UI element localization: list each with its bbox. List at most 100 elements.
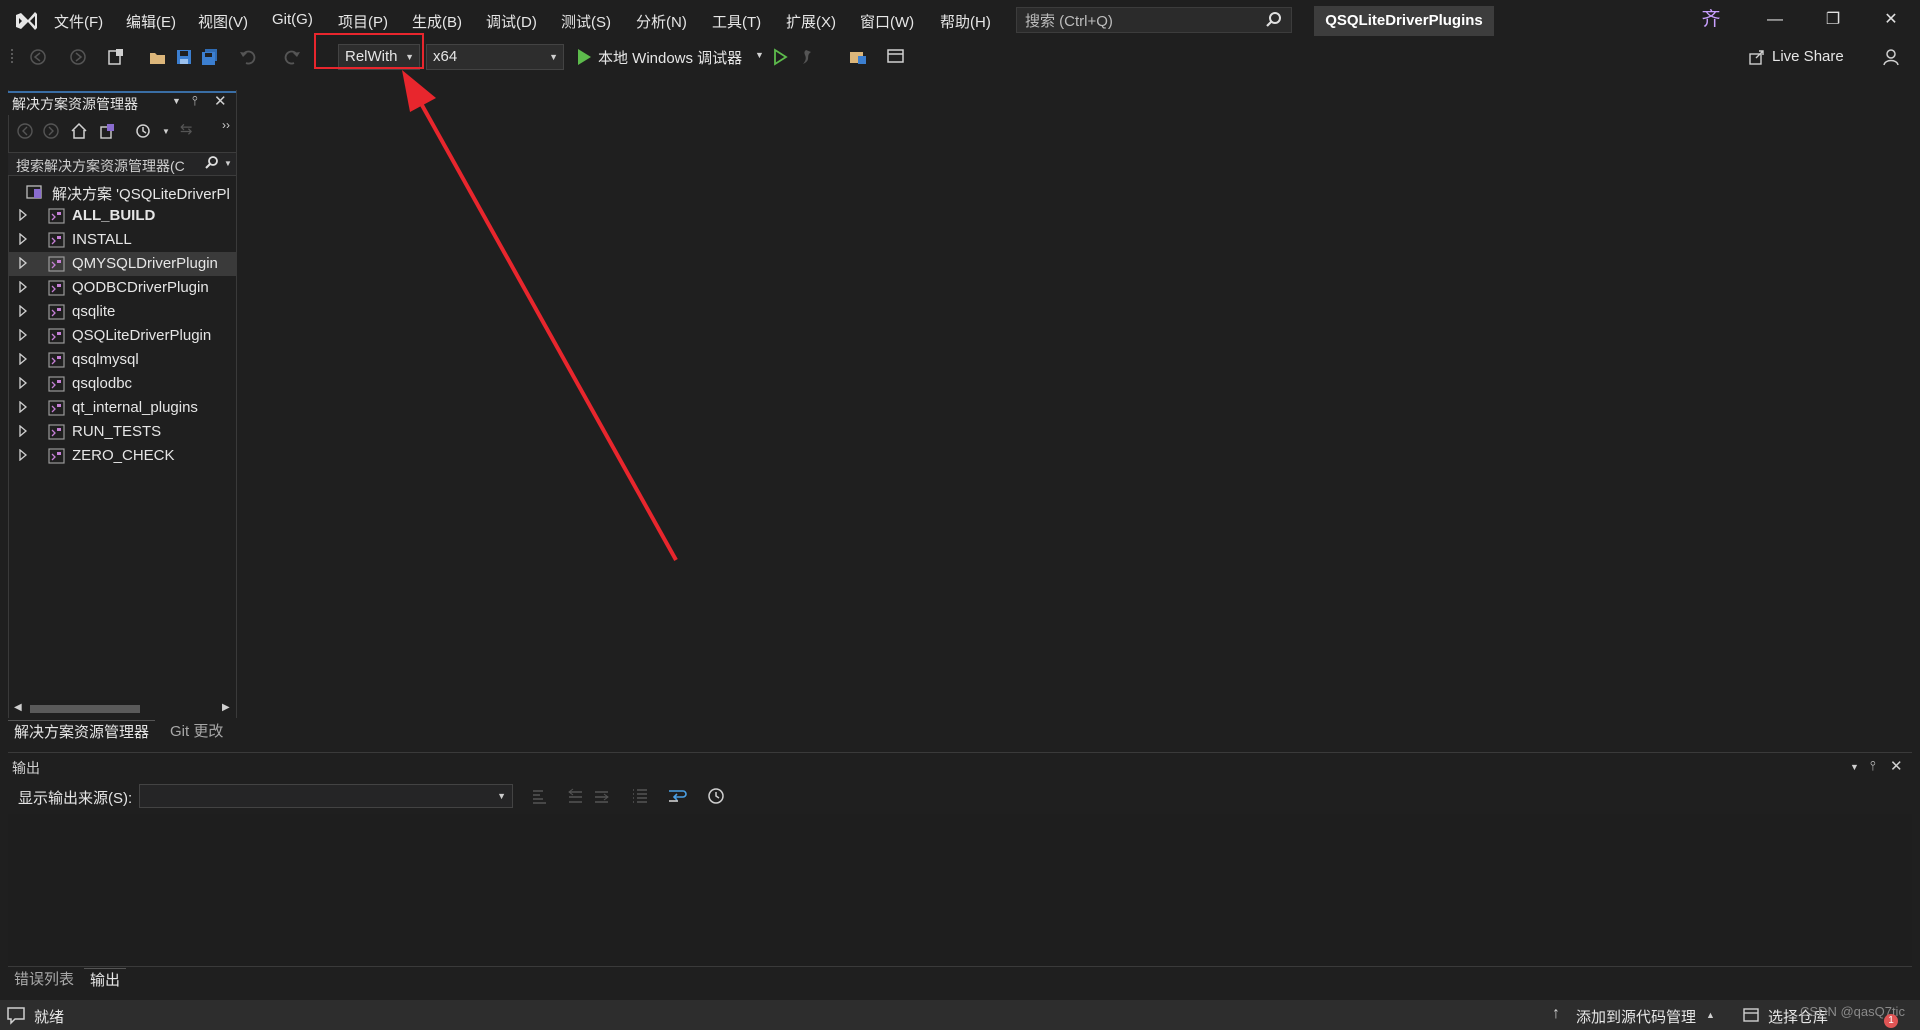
menu-window[interactable]: 窗口(W) [860,11,914,31]
menu-edit[interactable]: 编辑(E) [126,11,176,31]
expand-arrow-icon[interactable] [18,377,28,389]
expand-arrow-icon[interactable] [18,353,28,365]
live-share-button[interactable]: Live Share [1772,48,1844,65]
tree-item-project[interactable]: qsqlmysql [8,348,236,372]
undo-icon[interactable] [238,48,258,66]
previous-message-icon[interactable] [566,786,586,806]
add-to-source-control-button[interactable]: 添加到源代码管理 [1576,1006,1696,1027]
local-debugger-button[interactable]: 本地 Windows 调试器 [598,47,742,68]
solution-explorer-toggle-icon[interactable] [848,48,868,66]
tree-item-project[interactable]: qsqlodbc [8,372,236,396]
switch-views-icon[interactable] [98,122,116,140]
scroll-right-icon[interactable]: ▶ [222,702,230,713]
tree-item-project[interactable]: qt_internal_plugins [8,396,236,420]
overflow-icon[interactable]: ›› [222,118,230,132]
home-icon[interactable] [70,122,88,140]
minimize-icon[interactable]: — [1760,8,1790,32]
chevron-down-icon[interactable]: ▼ [755,50,764,60]
chevron-up-icon[interactable]: ▲ [1706,1010,1715,1020]
find-message-icon[interactable] [530,786,550,806]
horizontal-scrollbar[interactable]: ◀ ▶ [10,700,236,718]
start-without-debugging-icon[interactable] [770,48,790,66]
tab-git-changes[interactable]: Git 更改 [164,720,229,744]
pin-icon[interactable]: ⫯ [1870,758,1876,774]
menu-analyze[interactable]: 分析(N) [636,11,687,31]
expand-arrow-icon[interactable] [18,257,28,269]
open-folder-icon[interactable] [148,48,168,66]
tree-item-project[interactable]: INSTALL [8,228,236,252]
account-avatar[interactable]: 齐 [1700,9,1722,31]
repository-icon[interactable] [1742,1006,1760,1024]
forward-icon[interactable] [42,122,60,140]
feedback-icon[interactable] [1882,48,1902,66]
tree-item-project[interactable]: qsqlite [8,300,236,324]
chevron-down-icon[interactable]: ▼ [224,159,232,168]
scrollbar-thumb[interactable] [30,705,140,713]
tree-item-project[interactable]: QSQLiteDriverPlugin [8,324,236,348]
solution-search-input[interactable] [14,156,203,176]
tab-error-list[interactable]: 错误列表 [8,968,80,992]
next-message-icon[interactable] [592,786,612,806]
panel-menu-chevron-icon[interactable]: ▼ [1850,762,1859,772]
save-all-icon[interactable] [200,48,220,66]
tree-item-project[interactable]: ALL_BUILD [8,204,236,228]
pending-changes-filter-icon[interactable] [134,122,152,140]
navigate-back-icon[interactable] [28,48,48,66]
expand-arrow-icon[interactable] [18,305,28,317]
output-status-icon[interactable] [6,1005,26,1025]
arrow-up-icon[interactable]: ↑ [1552,1005,1560,1023]
menu-debug[interactable]: 调试(D) [486,11,537,31]
menu-git[interactable]: Git(G) [272,11,313,31]
menu-build[interactable]: 生成(B) [412,11,462,31]
output-source-dropdown[interactable]: ▼ [139,784,513,808]
tree-item-project[interactable]: RUN_TESTS [8,420,236,444]
navigate-forward-icon[interactable] [68,48,88,66]
search-icon[interactable] [1265,11,1283,29]
window-layout-icon[interactable] [886,48,906,66]
expand-arrow-icon[interactable] [18,449,28,461]
hot-reload-icon[interactable] [796,48,816,66]
timestamp-icon[interactable] [706,786,726,806]
start-debugging-icon[interactable] [574,48,594,66]
chevron-down-icon[interactable]: ▼ [162,127,170,136]
close-window-icon[interactable]: ✕ [1876,8,1906,32]
close-icon[interactable]: ✕ [214,92,227,110]
notification-badge[interactable]: 1 [1884,1014,1898,1028]
expand-arrow-icon[interactable] [18,329,28,341]
pin-icon[interactable]: ⫯ [192,93,198,109]
solution-platform-dropdown[interactable]: x64 ▼ [426,44,564,70]
tree-item-project[interactable]: QMYSQLDriverPlugin [8,252,236,276]
back-icon[interactable] [16,122,34,140]
restore-icon[interactable]: ❐ [1818,8,1848,32]
output-text-area[interactable] [8,814,1912,967]
menu-extensions[interactable]: 扩展(X) [786,11,836,31]
close-icon[interactable]: ✕ [1890,757,1903,775]
sync-icon[interactable]: ⇆ [180,120,193,138]
menu-help[interactable]: 帮助(H) [940,11,991,31]
share-icon[interactable] [1748,48,1766,66]
visual-studio-logo-icon[interactable] [14,9,38,33]
expand-arrow-icon[interactable] [18,233,28,245]
search-input[interactable] [1023,11,1257,31]
menu-test[interactable]: 测试(S) [561,11,611,31]
tree-item-project[interactable]: QODBCDriverPlugin [8,276,236,300]
scroll-left-icon[interactable]: ◀ [14,702,22,713]
tab-output[interactable]: 输出 [84,968,127,993]
new-project-icon[interactable] [106,48,126,66]
menu-project[interactable]: 项目(P) [338,11,388,31]
expand-arrow-icon[interactable] [18,425,28,437]
clear-all-icon[interactable] [630,786,650,806]
tab-solution-explorer[interactable]: 解决方案资源管理器 [8,720,156,745]
redo-icon[interactable] [282,48,302,66]
menu-tools[interactable]: 工具(T) [712,11,761,31]
tree-root-solution[interactable]: 解决方案 'QSQLiteDriverPl [8,180,236,204]
word-wrap-icon[interactable] [666,786,688,806]
panel-menu-chevron-icon[interactable]: ▼ [172,96,181,106]
solution-name-badge[interactable]: QSQLiteDriverPlugins [1314,6,1494,36]
expand-arrow-icon[interactable] [18,401,28,413]
expand-arrow-icon[interactable] [18,281,28,293]
expand-arrow-icon[interactable] [18,209,28,221]
tree-item-project[interactable]: ZERO_CHECK [8,444,236,468]
save-icon[interactable] [174,48,194,66]
menu-file[interactable]: 文件(F) [54,11,103,31]
